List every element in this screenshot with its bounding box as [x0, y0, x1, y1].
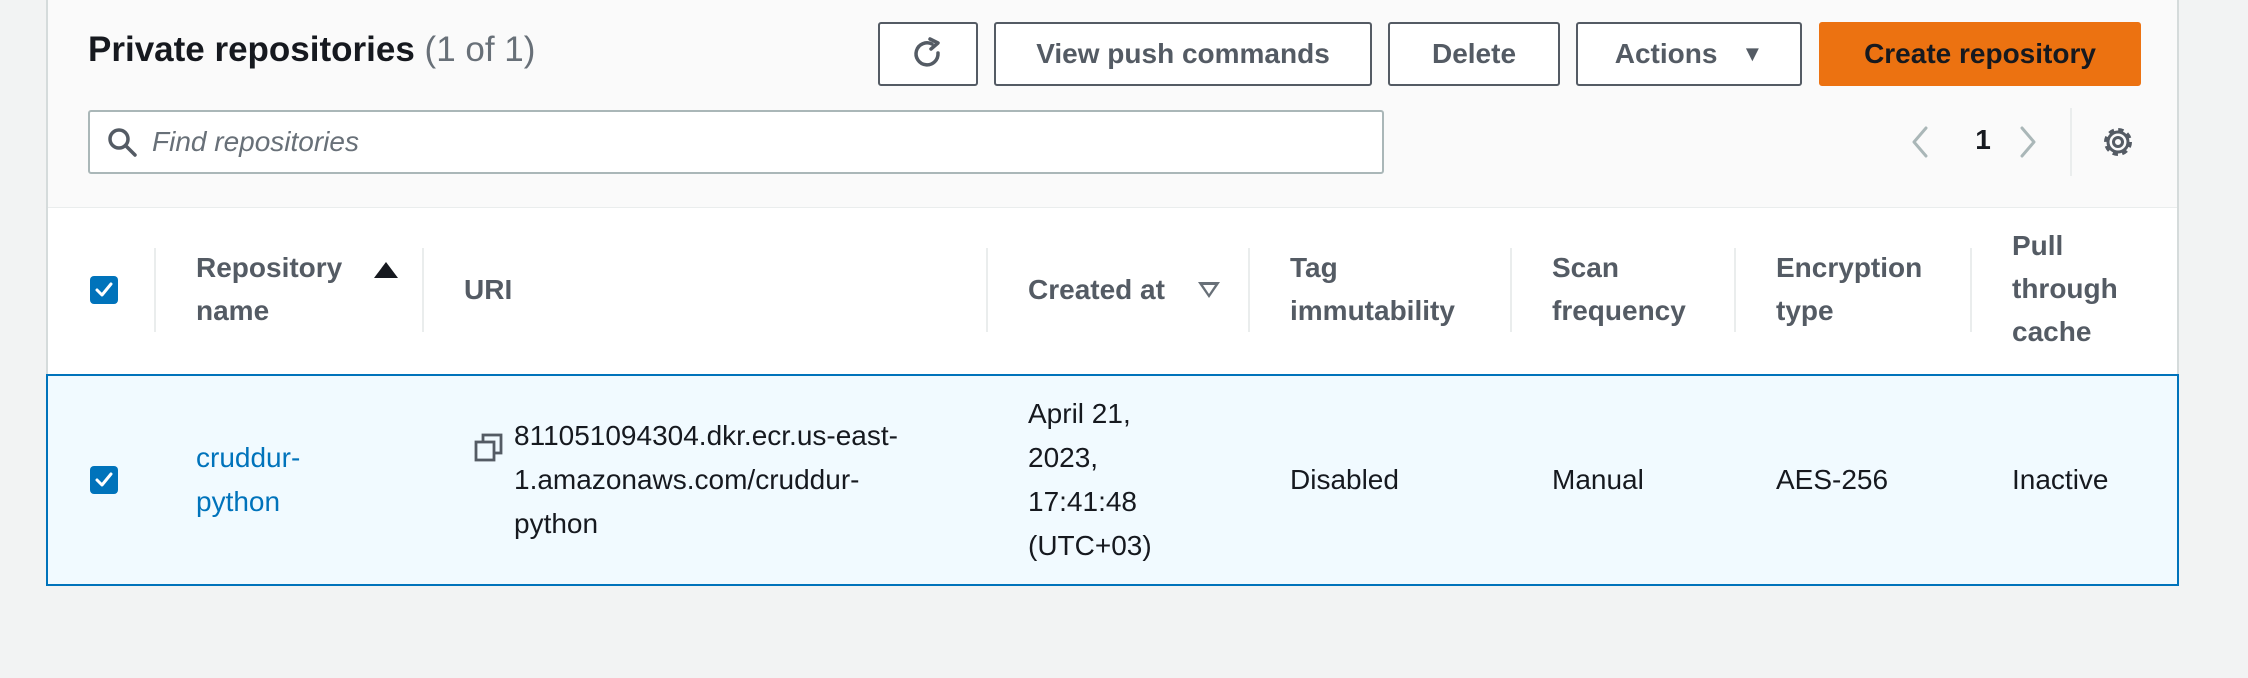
- actions-dropdown[interactable]: Actions ▼: [1576, 22, 1802, 86]
- title-text: Private repositories: [88, 30, 415, 69]
- search-icon: [108, 128, 137, 157]
- panel-header: Private repositories (1 of 1) View push …: [48, 0, 2177, 208]
- created-at-line: 2023,: [1028, 442, 1099, 473]
- uri-line: 1.amazonaws.com/cruddur-: [514, 464, 860, 495]
- next-page-icon[interactable]: [2016, 124, 2040, 160]
- column-header-line: Scan: [1552, 252, 1619, 283]
- refresh-icon: [914, 37, 940, 67]
- column-header-line: cache: [2012, 316, 2092, 347]
- previous-page-icon[interactable]: [1908, 124, 1932, 160]
- column-header-line: type: [1776, 295, 1834, 326]
- column-header-line: Encryption: [1776, 252, 1923, 283]
- pull-through-cache-cell: Inactive: [2012, 464, 2109, 495]
- delete-label: Delete: [1431, 38, 1517, 69]
- created-at-cell: April 21, 2023, 17:41:48 (UTC+03): [1028, 392, 1152, 568]
- repositories-panel: Private repositories (1 of 1) View push …: [46, 0, 2179, 586]
- created-at-line: April 21,: [1028, 398, 1131, 429]
- column-header-pull-through-cache[interactable]: Pull through cache: [2012, 224, 2118, 353]
- row-checkbox[interactable]: [90, 466, 118, 494]
- repository-name-link[interactable]: cruddur- python: [196, 436, 300, 524]
- current-page-number[interactable]: 1: [1968, 124, 1998, 156]
- column-header-uri[interactable]: URI: [464, 268, 512, 311]
- pager-divider: [2070, 108, 2072, 176]
- column-header-line: Repository: [196, 252, 343, 283]
- created-at-line: 17:41:48: [1028, 486, 1137, 517]
- column-divider: [154, 248, 156, 332]
- column-divider: [1510, 248, 1512, 332]
- column-header-line: through: [2012, 273, 2118, 304]
- tag-immutability-cell: Disabled: [1290, 464, 1399, 495]
- delete-button[interactable]: Delete: [1388, 22, 1560, 86]
- created-at-line: (UTC+03): [1028, 530, 1152, 561]
- column-divider: [1970, 248, 1972, 332]
- sort-ascending-icon[interactable]: [374, 262, 398, 278]
- column-header-scan-frequency[interactable]: Scan frequency: [1552, 246, 1686, 332]
- column-divider: [1248, 248, 1250, 332]
- checkmark-icon: [95, 472, 113, 487]
- uri-line: 811051094304.dkr.ecr.us-east-: [514, 420, 898, 451]
- gear-icon[interactable]: [2098, 122, 2138, 162]
- view-push-commands-label: View push commands: [1036, 38, 1330, 69]
- column-header-line: name: [196, 295, 270, 326]
- column-header-repository-name[interactable]: Repository name: [196, 246, 342, 332]
- refresh-button[interactable]: [878, 22, 978, 86]
- uri-cell: 811051094304.dkr.ecr.us-east- 1.amazonaw…: [514, 414, 898, 546]
- sort-descending-icon[interactable]: [1198, 282, 1220, 298]
- column-divider: [986, 248, 988, 332]
- column-header-created-at[interactable]: Created at: [1028, 268, 1165, 311]
- column-header-encryption-type[interactable]: Encryption type: [1776, 246, 1922, 332]
- select-all-checkbox[interactable]: [90, 276, 118, 304]
- create-repository-label: Create repository: [1864, 38, 2096, 69]
- search-box[interactable]: [88, 110, 1384, 174]
- column-header-tag-immutability[interactable]: Tag immutability: [1290, 246, 1455, 332]
- column-header-line: Tag: [1290, 252, 1338, 283]
- create-repository-button[interactable]: Create repository: [1819, 22, 2141, 86]
- actions-label: Actions: [1614, 38, 1718, 69]
- repository-name-line: cruddur-: [196, 442, 301, 473]
- checkmark-icon: [95, 282, 113, 297]
- scan-frequency-cell: Manual: [1552, 464, 1644, 495]
- column-header-line: Pull: [2012, 230, 2064, 261]
- view-push-commands-button[interactable]: View push commands: [994, 22, 1372, 86]
- copy-icon[interactable]: [474, 433, 504, 463]
- column-header-line: frequency: [1552, 295, 1686, 326]
- table-row[interactable]: cruddur- python 811051094304.dkr.ecr.us-…: [46, 374, 2179, 586]
- repository-name-line: python: [196, 486, 281, 517]
- encryption-type-cell: AES-256: [1776, 464, 1889, 495]
- caret-down-icon: ▼: [1741, 41, 1764, 66]
- search-input[interactable]: [152, 118, 1352, 166]
- column-divider: [422, 248, 424, 332]
- column-divider: [1734, 248, 1736, 332]
- uri-line: python: [514, 508, 599, 539]
- column-header-line: immutability: [1290, 295, 1455, 326]
- page-title: Private repositories (1 of 1): [88, 30, 535, 70]
- repository-count: (1 of 1): [424, 30, 536, 69]
